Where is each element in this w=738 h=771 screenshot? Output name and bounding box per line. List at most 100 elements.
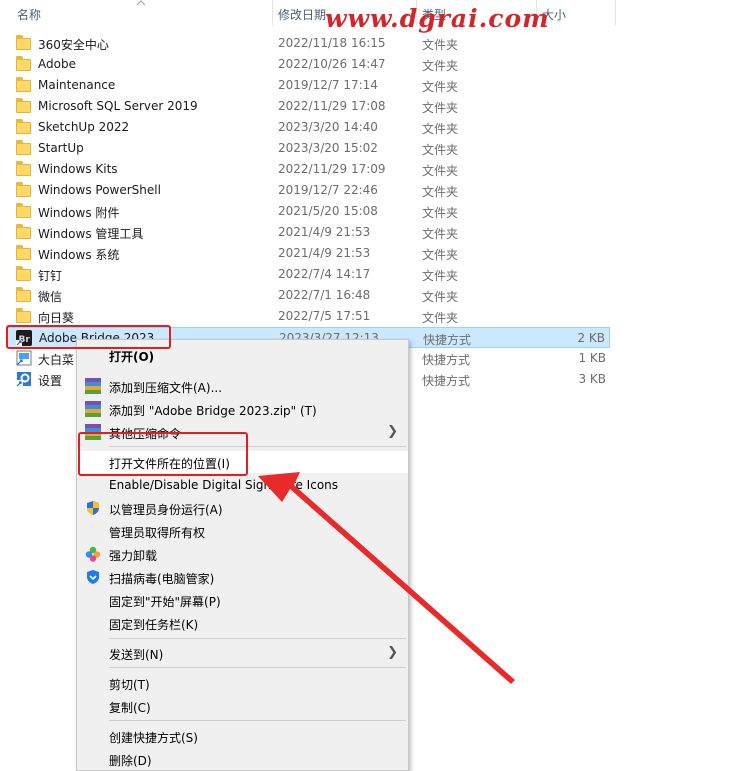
- file-row[interactable]: Windows 管理工具 2021/4/9 21:53 文件夹: [6, 222, 610, 243]
- menu-item-force-uninstall[interactable]: 强力卸载: [77, 543, 408, 565]
- menu-item-label: 打开(O): [109, 350, 155, 364]
- file-row[interactable]: Windows PowerShell 2019/12/7 22:46 文件夹: [6, 180, 610, 201]
- file-row[interactable]: Windows 附件 2021/5/20 15:08 文件夹: [6, 201, 610, 222]
- file-date: 2022/7/1 16:48: [278, 288, 371, 302]
- menu-item-create-shortcut[interactable]: 创建快捷方式(S): [77, 725, 408, 747]
- menu-separator: [109, 638, 406, 639]
- file-date: 2022/11/29 17:09: [278, 162, 386, 176]
- file-type: 快捷方式: [423, 333, 472, 347]
- file-date: 2021/4/9 21:53: [278, 246, 371, 260]
- file-name: Windows Kits: [38, 162, 118, 176]
- menu-item-label: 强力卸载: [109, 549, 158, 563]
- menu-item-label: 管理员取得所有权: [109, 526, 206, 540]
- file-type: 文件夹: [422, 59, 459, 73]
- menu-item-take-ownership[interactable]: 管理员取得所有权: [77, 520, 408, 542]
- folder-icon: [16, 203, 32, 218]
- file-name: 360安全中心: [38, 38, 109, 52]
- file-date: 2021/4/9 21:53: [278, 225, 371, 239]
- menu-item-label: 删除(D): [109, 754, 152, 768]
- shortcut-app-icon: [16, 350, 32, 366]
- menu-separator: [109, 667, 406, 668]
- menu-item-add-archive[interactable]: 添加到压缩文件(A)...: [77, 375, 408, 397]
- folder-icon: [16, 35, 32, 50]
- file-date: 2022/11/18 16:15: [278, 36, 386, 50]
- menu-item-copy[interactable]: 复制(C): [77, 695, 408, 717]
- file-row[interactable]: Windows 系统 2021/4/9 21:53 文件夹: [6, 243, 610, 264]
- file-date: 2022/7/5 17:51: [278, 309, 371, 323]
- file-type: 快捷方式: [422, 374, 471, 388]
- file-type: 文件夹: [422, 269, 459, 283]
- file-date: 2019/12/7 22:46: [278, 183, 378, 197]
- menu-item-digital-signature[interactable]: Enable/Disable Digital Signature Icons: [77, 474, 408, 496]
- menu-separator: [109, 720, 406, 721]
- file-date: 2023/3/20 14:40: [278, 120, 378, 134]
- file-type: 文件夹: [422, 80, 459, 94]
- menu-item-scan-virus[interactable]: 扫描病毒(电脑管家): [77, 566, 408, 588]
- file-date: 2022/10/26 14:47: [278, 57, 386, 71]
- file-row[interactable]: 微信 2022/7/1 16:48 文件夹: [6, 285, 610, 306]
- menu-item-pin-start[interactable]: 固定到"开始"屏幕(P): [77, 589, 408, 611]
- column-modified-header[interactable]: 修改日期: [278, 6, 326, 23]
- file-type: 文件夹: [422, 101, 459, 115]
- file-type: 文件夹: [422, 38, 459, 52]
- file-date: 2019/12/7 17:14: [278, 78, 378, 92]
- file-row[interactable]: Windows Kits 2022/11/29 17:09 文件夹: [6, 159, 610, 180]
- menu-item-add-zip[interactable]: 添加到 "Adobe Bridge 2023.zip" (T): [77, 398, 408, 420]
- menu-item-label: 以管理员身份运行(A): [109, 503, 223, 517]
- column-divider[interactable]: [272, 0, 273, 26]
- menu-item-label: 添加到压缩文件(A)...: [109, 381, 223, 395]
- file-name: SketchUp 2022: [38, 120, 130, 134]
- file-name: Maintenance: [38, 78, 116, 92]
- file-name: 大白菜: [38, 353, 75, 367]
- menu-item-cut[interactable]: 剪切(T): [77, 672, 408, 694]
- file-name: 向日葵: [38, 311, 75, 325]
- file-type: 文件夹: [422, 206, 459, 220]
- file-name: 微信: [38, 290, 63, 304]
- menu-item-pin-taskbar[interactable]: 固定到任务栏(K): [77, 612, 408, 634]
- file-type: 文件夹: [422, 311, 459, 325]
- file-type: 文件夹: [422, 122, 459, 136]
- column-name-header[interactable]: 名称: [17, 6, 41, 23]
- menu-item-label: 固定到"开始"屏幕(P): [109, 595, 221, 609]
- folder-icon: [16, 119, 32, 134]
- file-size: 1 KB: [578, 351, 606, 365]
- file-row[interactable]: Adobe 2022/10/26 14:47 文件夹: [6, 54, 610, 75]
- folder-icon: [16, 266, 32, 281]
- file-row[interactable]: SketchUp 2022 2023/3/20 14:40 文件夹: [6, 117, 610, 138]
- settings-shortcut-icon: [16, 372, 31, 387]
- file-type: 文件夹: [422, 143, 459, 157]
- pc-manager-shield-icon: [87, 570, 99, 584]
- context-menu: 打开(O) 添加到压缩文件(A)... 添加到 "Adobe Bridge 20…: [76, 339, 409, 771]
- file-row[interactable]: Maintenance 2019/12/7 17:14 文件夹: [6, 75, 610, 96]
- file-row[interactable]: 360安全中心 2022/11/18 16:15 文件夹: [6, 33, 610, 54]
- file-size: 2 KB: [577, 331, 605, 345]
- uac-shield-icon: [87, 501, 99, 515]
- file-name: Windows 管理工具: [38, 227, 144, 241]
- file-name: Windows 附件: [38, 206, 120, 220]
- file-row[interactable]: 钉钉 2022/7/4 14:17 文件夹: [6, 264, 610, 285]
- menu-item-label: 剪切(T): [109, 678, 150, 692]
- file-type: 文件夹: [422, 164, 459, 178]
- chevron-right-icon: ❯: [387, 645, 398, 660]
- file-type: 文件夹: [422, 290, 459, 304]
- file-name: Adobe: [38, 57, 76, 71]
- file-row[interactable]: Microsoft SQL Server 2019 2022/11/29 17:…: [6, 96, 610, 117]
- winrar-icon: [85, 378, 101, 394]
- menu-item-label: 复制(C): [109, 701, 151, 715]
- file-type: 文件夹: [422, 185, 459, 199]
- column-divider[interactable]: [615, 0, 616, 26]
- uninstall-clover-icon: [85, 546, 101, 562]
- highlight-box-open-location: [78, 432, 248, 476]
- folder-icon: [16, 77, 32, 92]
- file-name: 设置: [38, 374, 63, 388]
- menu-item-delete[interactable]: 删除(D): [77, 748, 408, 770]
- file-row[interactable]: StartUp 2023/3/20 15:02 文件夹: [6, 138, 610, 159]
- file-row[interactable]: 向日葵 2022/7/5 17:51 文件夹: [6, 306, 610, 327]
- menu-item-send-to[interactable]: 发送到(N) ❯: [77, 642, 408, 664]
- file-name: Windows 系统: [38, 248, 120, 262]
- folder-icon: [16, 245, 32, 260]
- folder-icon: [16, 56, 32, 71]
- menu-item-label: 固定到任务栏(K): [109, 618, 199, 632]
- menu-item-run-as-admin[interactable]: 以管理员身份运行(A): [77, 497, 408, 519]
- folder-icon: [16, 182, 32, 197]
